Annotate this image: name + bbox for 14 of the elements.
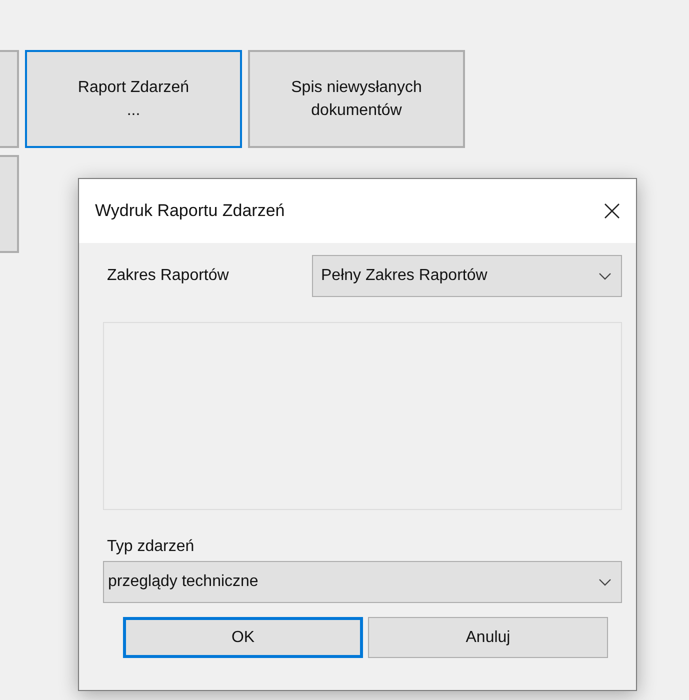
field-label: Typ zdarzeń: [106, 538, 196, 556]
dialog-button[interactable]: Anuluj: [368, 617, 608, 658]
window-title: Wydruk Raportu Zdarzeń: [95, 201, 285, 221]
field-label: Zakres Raportów: [106, 267, 229, 285]
toolbar-button[interactable]: Spis niewysłanych dokumentów: [248, 50, 465, 148]
dialog-button[interactable]: OK: [123, 617, 363, 658]
partial-button[interactable]: [0, 50, 19, 148]
close-icon: [604, 203, 620, 219]
chevron-down-icon: [599, 578, 611, 586]
dropdown[interactable]: Pełny Zakres Raportów: [312, 255, 622, 297]
partial-button[interactable]: [0, 155, 19, 253]
chevron-down-icon: [599, 272, 611, 280]
toolbar-button[interactable]: Raport Zdarzeń ...: [25, 50, 242, 148]
dropdown[interactable]: przeglądy techniczne: [103, 561, 622, 603]
